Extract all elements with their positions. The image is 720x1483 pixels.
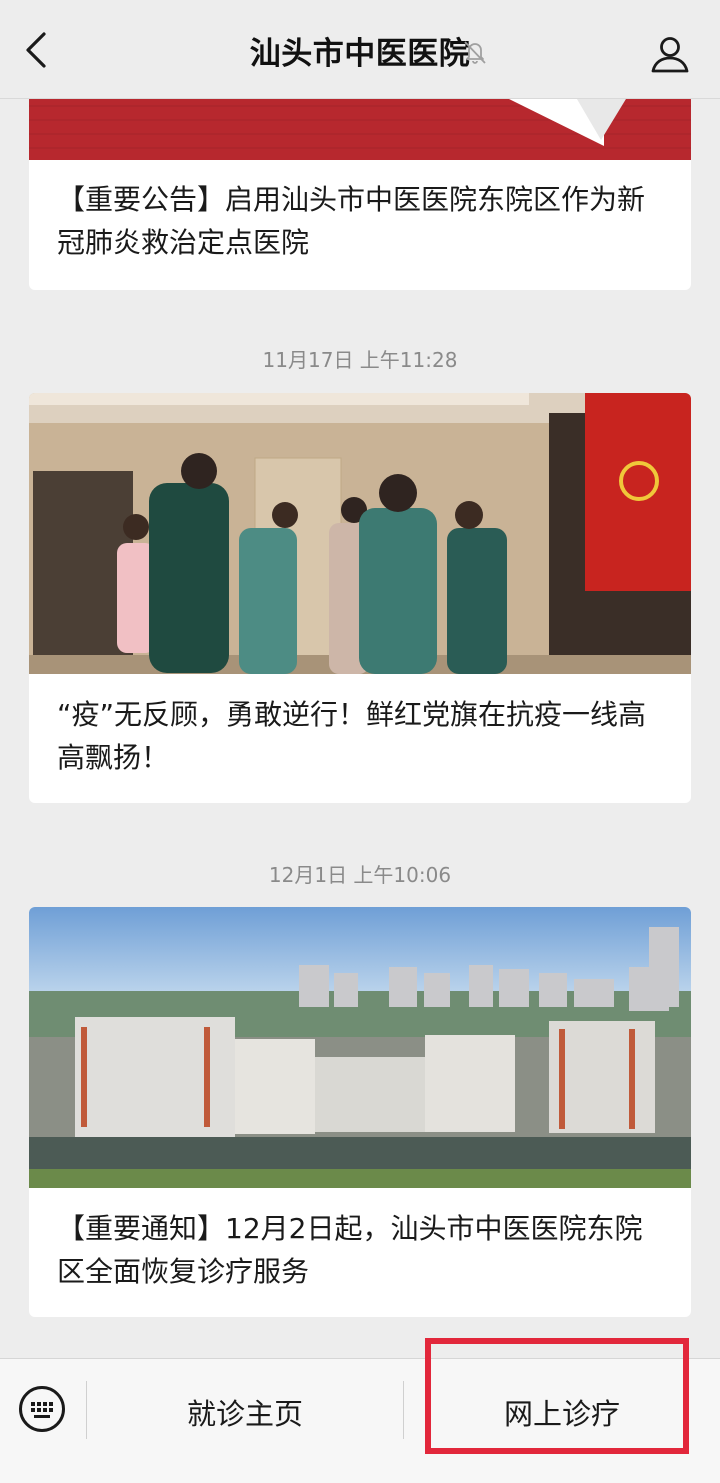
- mute-bell-icon: [464, 41, 486, 64]
- article-feed: 【重要公告】启用汕头市中医医院东院区作为新冠肺炎救治定点医院 11月17日 上午…: [0, 98, 720, 1358]
- cover-image: [29, 907, 691, 1188]
- article-title: 【重要公告】启用汕头市中医医院东院区作为新冠肺炎救治定点医院: [57, 183, 646, 259]
- menu-item-clinic-home[interactable]: 就诊主页: [87, 1391, 403, 1433]
- nav-bar: 汕头市中医医院: [0, 0, 720, 99]
- article-card[interactable]: “疫”无反顾，勇敢逆行！鲜红党旗在抗疫一线高高飘扬！: [29, 393, 691, 803]
- banner-image: [29, 98, 691, 160]
- page-title: 汕头市中医医院: [249, 36, 471, 72]
- timestamp: 11月17日 上午11:28: [262, 348, 458, 372]
- profile-icon[interactable]: [648, 32, 692, 76]
- keyboard-icon[interactable]: [19, 1386, 65, 1432]
- article-card[interactable]: 【重要通知】12月2日起，汕头市中医医院东院区全面恢复诊疗服务: [29, 907, 691, 1317]
- article-card[interactable]: 【重要公告】启用汕头市中医医院东院区作为新冠肺炎救治定点医院: [29, 98, 691, 290]
- timestamp: 12月1日 上午10:06: [268, 863, 452, 887]
- cover-image: [29, 393, 691, 674]
- article-title: “疫”无反顾，勇敢逆行！鲜红党旗在抗疫一线高高飘扬！: [57, 698, 647, 774]
- highlight-box: [425, 1338, 689, 1454]
- article-title: 【重要通知】12月2日起，汕头市中医医院东院区全面恢复诊疗服务: [57, 1212, 643, 1288]
